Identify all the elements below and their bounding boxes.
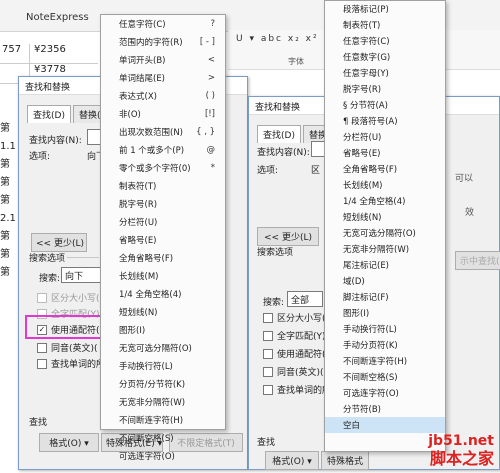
menu-item[interactable]: 可选连字符(O) — [101, 447, 225, 465]
special-characters-menu-left: 任意字符(C)? 范围内的字符(R)[ - ] 单词开头(B) < 单词结尾(E)… — [100, 14, 226, 462]
menu-item[interactable]: 不间断空格(S) — [325, 369, 445, 385]
find-content-input[interactable] — [311, 141, 325, 157]
divider — [67, 257, 99, 258]
all-word-forms-checkbox[interactable]: 查找单词的所 — [37, 357, 105, 370]
menu-item[interactable]: 前 1 个或多个(P) @ — [101, 141, 225, 159]
less-button[interactable]: << 更少(L) — [257, 227, 319, 246]
menu-item[interactable]: 制表符(T) — [101, 177, 225, 195]
less-button[interactable]: << 更少(L) — [31, 233, 87, 252]
menu-item[interactable]: 脱字号(R) — [325, 81, 445, 97]
options-label: 选项: — [29, 152, 51, 162]
find-content-label: 查找内容(N): — [257, 148, 310, 158]
menu-item[interactable]: 全角省略号(F) — [325, 161, 445, 177]
menu-item[interactable]: 无宽可选分隔符(O) — [325, 225, 445, 241]
menu-item[interactable]: 空白 — [325, 417, 445, 433]
whole-word-checkbox[interactable]: 全字匹配(Y) — [263, 329, 326, 342]
special-characters-menu-right: 段落标记(P) 制表符(T) 任意字符(C) 任意数字(G) 任意字母(Y) 脱… — [324, 0, 446, 452]
menu-item[interactable]: 分节符(B) — [325, 401, 445, 417]
background-text: 可以 — [455, 174, 474, 184]
menu-item[interactable]: 非(O) [!] — [101, 105, 225, 123]
menu-item[interactable]: 脚注标记(F) — [325, 289, 445, 305]
menu-item[interactable]: 分页符/分节符(K) — [101, 375, 225, 393]
menu-item[interactable]: 短划线(N) — [325, 209, 445, 225]
menu-item[interactable]: 不间断连字符(H) — [325, 353, 445, 369]
watermark-brand: 脚本之家 — [429, 449, 494, 468]
menu-item[interactable]: 1/4 全角空格(4) — [325, 193, 445, 209]
format-button[interactable]: 格式(O) ▾ — [265, 451, 319, 470]
menu-item[interactable]: 不间断连字符(H) — [101, 411, 225, 429]
font-group-label: 字体 — [288, 57, 304, 66]
tab-find[interactable]: 查找(D) — [257, 125, 301, 143]
sounds-like-checkbox[interactable]: 同音(英文)(K) — [263, 365, 333, 378]
highlight-box — [25, 315, 103, 339]
format-button[interactable]: 格式(O) ▾ — [39, 433, 99, 452]
menu-item[interactable]: 省略号(E) — [101, 231, 225, 249]
search-options-label: 搜索选项 — [257, 248, 294, 258]
menu-item[interactable]: 手动分页符(K) — [325, 337, 445, 353]
menu-item[interactable]: 无宽非分隔符(W) — [101, 393, 225, 411]
find-in-button[interactable]: 示中查找(I) — [455, 251, 500, 270]
menu-item[interactable]: 可选连字符(O) — [325, 385, 445, 401]
app-name: NoteExpress — [26, 12, 89, 23]
menu-item[interactable]: 长划线(M) — [101, 267, 225, 285]
menu-item[interactable]: 域(D) — [325, 273, 445, 289]
document-margin-text: 第 1.1 第 第 第 2.1 第 第 第 — [0, 123, 16, 278]
menu-item[interactable]: 不间断空格(S) — [101, 429, 225, 447]
menu-item[interactable]: 图形(I) — [101, 321, 225, 339]
search-direction-select[interactable]: 向下 — [61, 267, 101, 283]
menu-item[interactable]: 制表符(T) — [325, 17, 445, 33]
match-case-checkbox[interactable]: 区分大小写( — [37, 291, 100, 304]
menu-item[interactable]: 任意字母(Y) — [325, 65, 445, 81]
font-tools-icons[interactable]: U ▾ abc x₂ x² — [236, 34, 319, 44]
background-text: 效 — [465, 208, 475, 218]
special-format-button[interactable]: 特殊格式 — [321, 451, 369, 470]
find-section-label: 查找 — [257, 438, 276, 448]
search-label: 搜索: — [39, 274, 61, 284]
tab-find[interactable]: 查找(D) — [27, 105, 71, 123]
menu-item[interactable]: 手动换行符(L) — [101, 357, 225, 375]
find-section-label: 查找 — [29, 418, 48, 428]
table-row: 757 ¥2356 — [0, 44, 98, 64]
options-value: 区 — [311, 166, 321, 176]
sounds-like-checkbox[interactable]: 同音(英文)( — [37, 341, 98, 354]
menu-item[interactable]: 图形(I) — [325, 305, 445, 321]
menu-item[interactable]: 表达式(X)( ) — [101, 87, 225, 105]
menu-item[interactable]: 省略号(E) — [325, 145, 445, 161]
menu-item[interactable]: 短划线(N) — [101, 303, 225, 321]
menu-item[interactable]: 分栏符(U) — [101, 213, 225, 231]
menu-item[interactable]: 全角省略号(F) — [101, 249, 225, 267]
menu-item[interactable]: 范围内的字符(R)[ - ] — [101, 33, 225, 51]
options-label: 选项: — [257, 166, 279, 176]
menu-item[interactable]: 零个或多个字符(0) * — [101, 159, 225, 177]
menu-item[interactable]: 单词结尾(E) > — [101, 69, 225, 87]
menu-item[interactable]: 单词开头(B) < — [101, 51, 225, 69]
find-content-input[interactable] — [87, 129, 101, 145]
menu-item[interactable]: 任意字符(C) — [325, 33, 445, 49]
menu-item[interactable]: 尾注标记(E) — [325, 257, 445, 273]
menu-item[interactable]: 分栏符(U) — [325, 129, 445, 145]
menu-item[interactable]: 段落标记(P) — [325, 1, 445, 17]
menu-item[interactable]: 手动换行符(L) — [325, 321, 445, 337]
search-scope-select[interactable]: 全部 — [287, 291, 323, 307]
search-label: 搜索: — [263, 298, 285, 308]
menu-item[interactable]: ¶ 段落符号(A) — [325, 113, 445, 129]
menu-item[interactable]: § 分节符(A) — [325, 97, 445, 113]
menu-item[interactable]: 脱字号(R) — [101, 195, 225, 213]
menu-item[interactable]: 无宽可选分隔符(O) — [101, 339, 225, 357]
menu-item[interactable]: 任意数字(G) — [325, 49, 445, 65]
menu-item[interactable]: 出现次数范围(N){ , } — [101, 123, 225, 141]
menu-item[interactable]: 长划线(M) — [325, 177, 445, 193]
find-content-label: 查找内容(N): — [29, 136, 82, 146]
menu-item[interactable]: 任意字符(C)? — [101, 15, 225, 33]
menu-item[interactable]: 1/4 全角空格(4) — [101, 285, 225, 303]
search-options-label: 搜索选项 — [29, 254, 66, 264]
menu-item[interactable]: 无宽非分隔符(W) — [325, 241, 445, 257]
